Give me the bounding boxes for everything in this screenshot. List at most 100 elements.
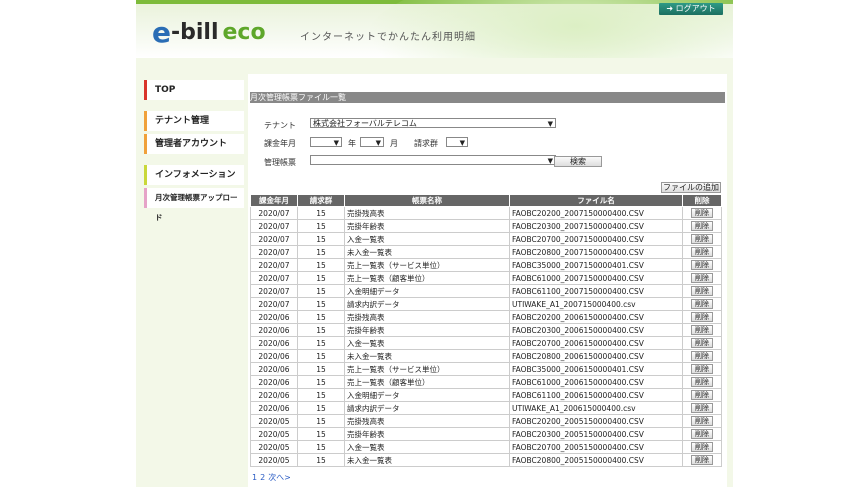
cell-file-name[interactable]: FAOBC35000_2006150000401.CSV	[509, 362, 683, 376]
cell-report-name: 請求内訳データ	[344, 401, 510, 415]
delete-button[interactable]: 削除	[691, 260, 713, 270]
sidebar-item-tenant[interactable]: テナント管理	[144, 111, 244, 131]
cell-file-name[interactable]: FAOBC20800_2007150000400.CSV	[509, 245, 683, 259]
delete-button[interactable]: 削除	[691, 286, 713, 296]
delete-button[interactable]: 削除	[691, 312, 713, 322]
cell-file-name[interactable]: UTIWAKE_A1_200615000400.csv	[509, 401, 683, 415]
cell-file-name[interactable]: FAOBC20800_2006150000400.CSV	[509, 349, 683, 363]
cell-file-name[interactable]: FAOBC20200_2007150000400.CSV	[509, 206, 683, 220]
logo-eco: eco	[222, 19, 266, 45]
delete-button[interactable]: 削除	[691, 221, 713, 231]
logout-button[interactable]: ➜ ログアウト	[659, 3, 723, 15]
next-page-link[interactable]: 次へ>	[268, 473, 291, 482]
cell-delete: 削除	[682, 245, 722, 259]
cell-report-name: 売掛年齢表	[344, 323, 510, 337]
main-content: 月次管理帳票ファイル一覧 テナント 株式会社フォーバルテレコム ▼ 課金年月 ▼…	[248, 74, 727, 487]
billing-month-select[interactable]: ▼	[360, 137, 384, 147]
cell-delete: 削除	[682, 388, 722, 402]
delete-button[interactable]: 削除	[691, 390, 713, 400]
delete-button[interactable]: 削除	[691, 208, 713, 218]
cell-group: 15	[297, 245, 345, 259]
cell-delete: 削除	[682, 336, 722, 350]
cell-file-name[interactable]: FAOBC20700_2006150000400.CSV	[509, 336, 683, 350]
delete-button[interactable]: 削除	[691, 416, 713, 426]
billing-year-select[interactable]: ▼	[310, 137, 342, 147]
delete-button[interactable]: 削除	[691, 351, 713, 361]
cell-file-name[interactable]: FAOBC20200_2005150000400.CSV	[509, 414, 683, 428]
file-table: 課金年月 請求群 帳票名称 ファイル名 削除 2020/07 15 売掛残高表 FAO…	[250, 194, 722, 467]
cell-group: 15	[297, 440, 345, 454]
report-label: 管理帳票	[264, 158, 296, 167]
table-row: 2020/07 15 売掛残高表 FAOBC20200_2007150000400.C…	[250, 206, 722, 220]
search-button[interactable]: 検索	[554, 156, 602, 167]
cell-file-name[interactable]: FAOBC20300_2006150000400.CSV	[509, 323, 683, 337]
delete-button[interactable]: 削除	[691, 377, 713, 387]
delete-button[interactable]: 削除	[691, 299, 713, 309]
cell-billing-ym: 2020/07	[250, 258, 298, 272]
header: e -bill eco インターネットでかんたん利用明細 ➜ ログアウト	[136, 0, 733, 58]
table-body: 2020/07 15 売掛残高表 FAOBC20200_2007150000400.C…	[250, 206, 722, 467]
year-unit-label: 年	[348, 139, 356, 148]
cell-file-name[interactable]: FAOBC61100_2006150000400.CSV	[509, 388, 683, 402]
cell-billing-ym: 2020/07	[250, 297, 298, 311]
col-header-report-name: 帳票名称	[344, 194, 510, 207]
group-select[interactable]: ▼	[446, 137, 468, 147]
cell-group: 15	[297, 336, 345, 350]
sidebar-item-monthly-upload[interactable]: 月次管理帳票アップロード	[144, 188, 244, 222]
delete-button[interactable]: 削除	[691, 364, 713, 374]
cell-file-name[interactable]: FAOBC20700_2007150000400.CSV	[509, 232, 683, 246]
cell-file-name[interactable]: FAOBC20800_2005150000400.CSV	[509, 453, 683, 467]
cell-group: 15	[297, 375, 345, 389]
pagination: 1 2 次へ>	[252, 472, 294, 483]
tenant-label: テナント	[264, 121, 296, 130]
cell-delete: 削除	[682, 362, 722, 376]
cell-delete: 削除	[682, 258, 722, 272]
tenant-select[interactable]: 株式会社フォーバルテレコム ▼	[310, 118, 556, 128]
add-file-button[interactable]: ファイルの追加	[661, 182, 721, 193]
delete-button[interactable]: 削除	[691, 442, 713, 452]
sidebar-item-label: 管理者アカウント	[155, 139, 228, 149]
cell-billing-ym: 2020/05	[250, 440, 298, 454]
chevron-down-icon: ▼	[547, 120, 553, 128]
cell-group: 15	[297, 323, 345, 337]
cell-group: 15	[297, 206, 345, 220]
cell-billing-ym: 2020/06	[250, 401, 298, 415]
cell-file-name[interactable]: FAOBC20700_2005150000400.CSV	[509, 440, 683, 454]
sidebar-item-top[interactable]: TOP	[144, 80, 244, 100]
delete-button[interactable]: 削除	[691, 234, 713, 244]
delete-button[interactable]: 削除	[691, 325, 713, 335]
sidebar-item-admin-account[interactable]: 管理者アカウント	[144, 134, 244, 154]
sidebar-item-label: インフォメーション	[155, 170, 236, 180]
delete-button[interactable]: 削除	[691, 455, 713, 465]
delete-button[interactable]: 削除	[691, 273, 713, 283]
col-header-group: 請求群	[297, 194, 345, 207]
delete-button[interactable]: 削除	[691, 429, 713, 439]
table-row: 2020/07 15 入金一覧表 FAOBC20700_2007150000400.C…	[250, 232, 722, 246]
table-row: 2020/07 15 売上一覧表（サービス単位） FAOBC35000_2007150…	[250, 258, 722, 272]
sidebar-item-information[interactable]: インフォメーション	[144, 165, 244, 185]
cell-report-name: 売上一覧表（サービス単位）	[344, 258, 510, 272]
cell-file-name[interactable]: FAOBC61000_2006150000400.CSV	[509, 375, 683, 389]
cell-file-name[interactable]: FAOBC20200_2006150000400.CSV	[509, 310, 683, 324]
report-select[interactable]: ▼	[310, 155, 556, 165]
col-header-billing-ym: 課金年月	[250, 194, 298, 207]
cell-delete: 削除	[682, 401, 722, 415]
cell-group: 15	[297, 258, 345, 272]
cell-file-name[interactable]: FAOBC35000_2007150000401.CSV	[509, 258, 683, 272]
table-row: 2020/07 15 売掛年齢表 FAOBC20300_2007150000400.C…	[250, 219, 722, 233]
delete-button[interactable]: 削除	[691, 403, 713, 413]
cell-delete: 削除	[682, 427, 722, 441]
page-link-1[interactable]: 1	[252, 473, 257, 482]
page-link-2[interactable]: 2	[260, 473, 265, 482]
delete-button[interactable]: 削除	[691, 338, 713, 348]
cell-file-name[interactable]: FAOBC20300_2007150000400.CSV	[509, 219, 683, 233]
cell-file-name[interactable]: FAOBC61000_2007150000400.CSV	[509, 271, 683, 285]
cell-file-name[interactable]: FAOBC61100_2007150000400.CSV	[509, 284, 683, 298]
cell-delete: 削除	[682, 453, 722, 467]
delete-button[interactable]: 削除	[691, 247, 713, 257]
cell-report-name: 入金一覧表	[344, 232, 510, 246]
cell-file-name[interactable]: UTIWAKE_A1_200715000400.csv	[509, 297, 683, 311]
cell-group: 15	[297, 414, 345, 428]
cell-file-name[interactable]: FAOBC20300_2005150000400.CSV	[509, 427, 683, 441]
cell-delete: 削除	[682, 219, 722, 233]
